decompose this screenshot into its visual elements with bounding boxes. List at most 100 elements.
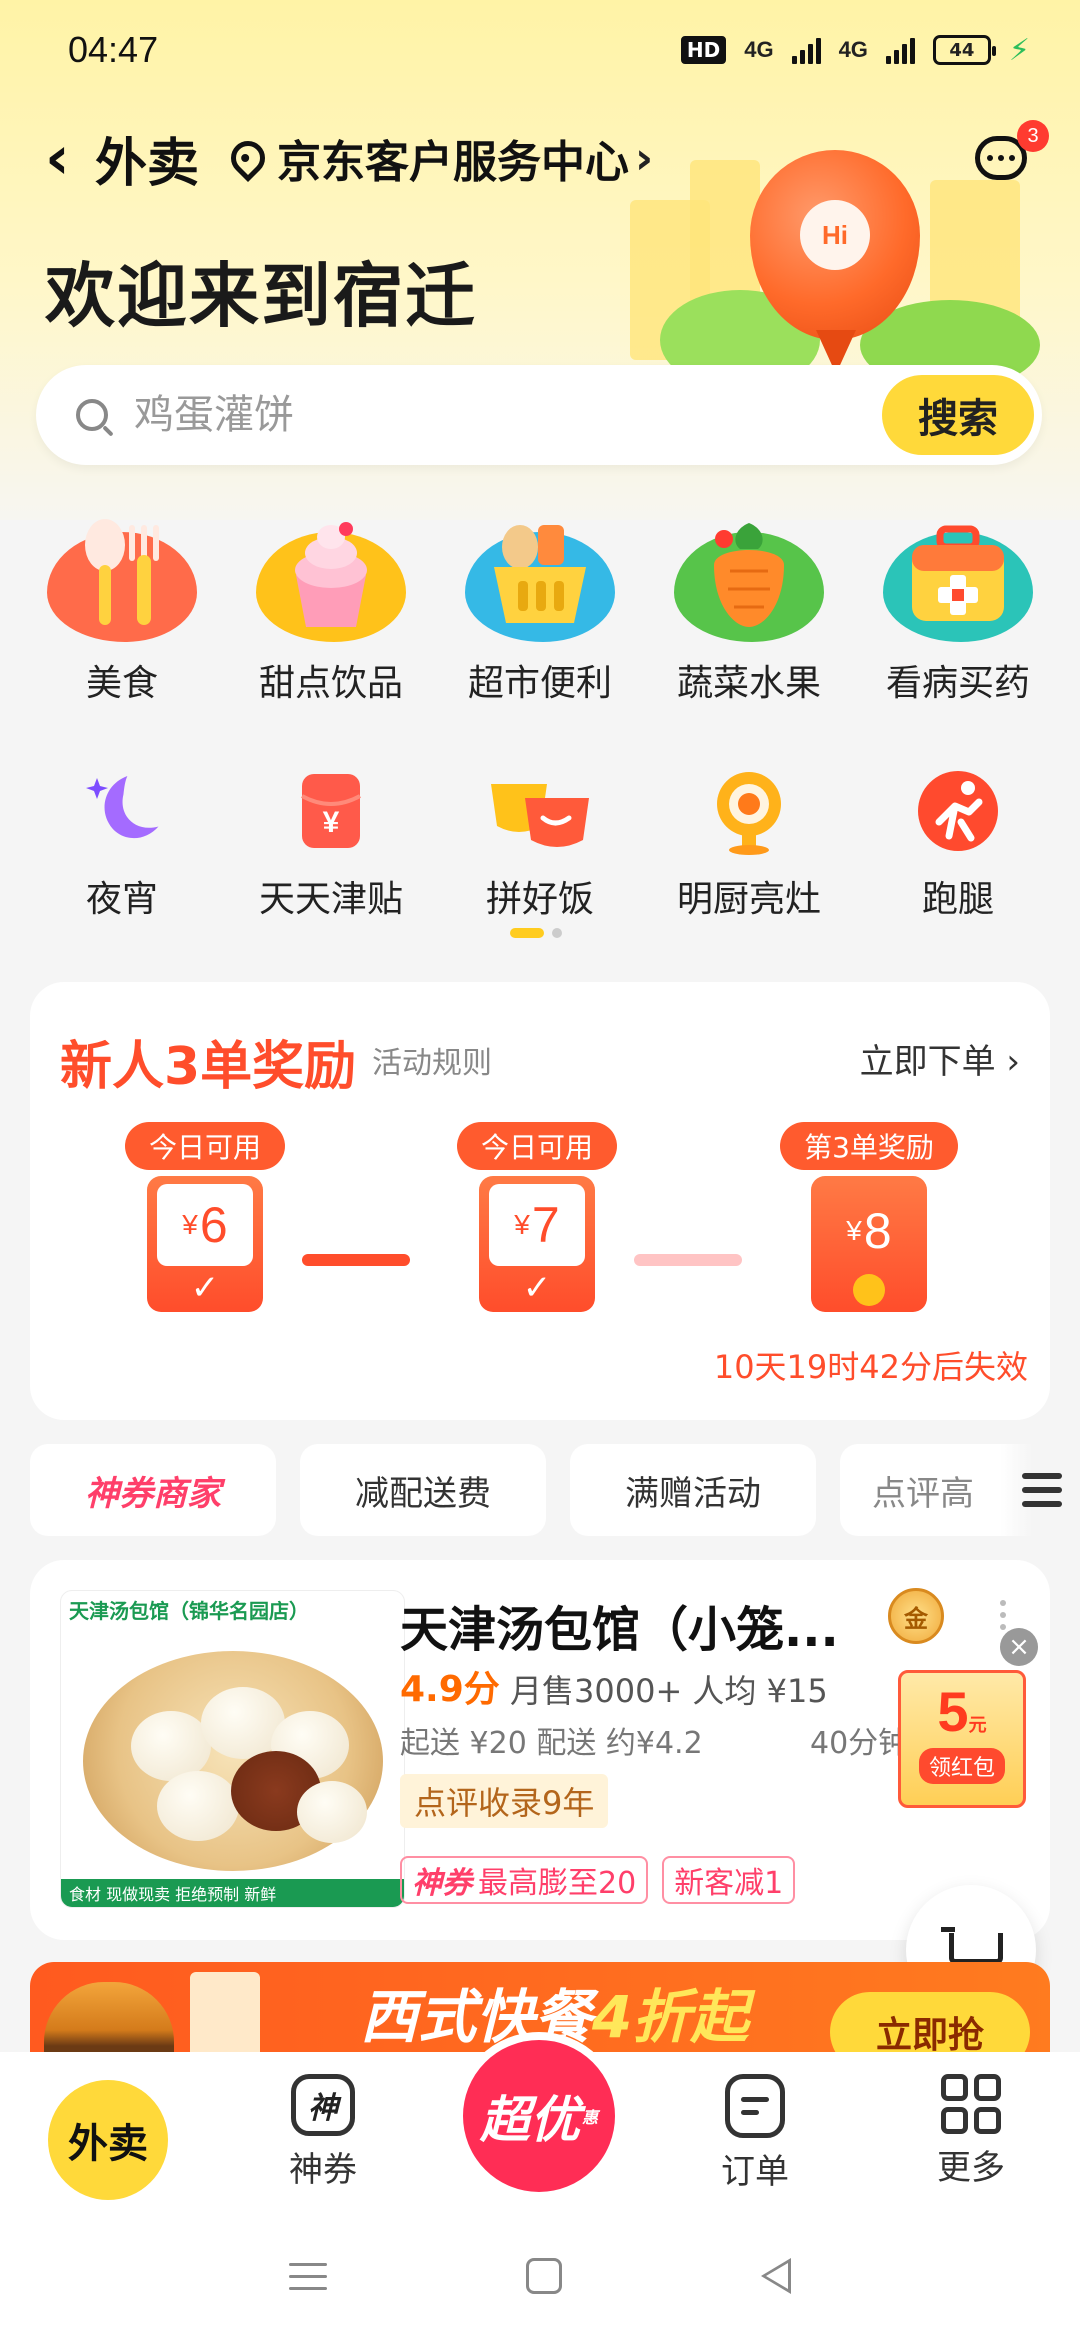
new-user-reward-card: 新人3单奖励 活动规则 立即下单 › 今日可用 ¥6 ✓ 今日可用 ¥7 ✓ 第…	[30, 982, 1050, 1420]
pager-dot[interactable]	[552, 928, 562, 938]
network-4g-label-1: 4G	[744, 37, 774, 62]
category-group-meal[interactable]: 拼好饭	[438, 756, 642, 922]
banner-grab-button[interactable]: 立即抢	[830, 1992, 1030, 2052]
search-icon	[76, 399, 108, 431]
coin-icon	[853, 1274, 885, 1306]
shop-name[interactable]: 天津汤包馆（小笼...	[400, 1590, 839, 1660]
nav-coupon-tab[interactable]: 神 神券	[248, 2074, 398, 2191]
category-row-1: 美食 甜点饮品 超市便利 蔬菜水果 看病买药	[0, 500, 1080, 706]
nav-super-deal-button[interactable]: 超优惠	[455, 2032, 623, 2200]
nav-home-tab[interactable]: 外卖	[48, 2080, 168, 2200]
red-packet-card: ¥8	[811, 1176, 927, 1312]
category-late-night[interactable]: 夜宵	[20, 756, 224, 922]
filter-menu-icon[interactable]	[1000, 1444, 1080, 1536]
filter-chip-gift-event[interactable]: 满赠活动	[570, 1444, 816, 1536]
category-errand[interactable]: 跑腿	[856, 756, 1060, 922]
search-input[interactable]	[134, 392, 834, 438]
gold-medal-icon: 金	[888, 1588, 944, 1644]
close-icon[interactable]: ×	[1000, 1628, 1038, 1666]
location-selector[interactable]: 京东客户服务中心	[277, 126, 629, 190]
review-tag: 点评收录9年	[400, 1774, 609, 1828]
more-options-icon[interactable]	[1000, 1600, 1006, 1630]
status-bar: 04:47 HD 4G 4G 44 ⚡	[0, 0, 1080, 100]
filter-chip-coupon-merchants[interactable]: 神券商家	[30, 1444, 276, 1536]
coupon-card: ¥6 ✓	[147, 1176, 263, 1312]
category-subsidy[interactable]: ¥ 天天津贴	[229, 756, 433, 922]
red-packet-icon: 5元 领红包	[898, 1670, 1026, 1808]
pager-dot-active	[510, 928, 544, 938]
shop-rating: 4.9分	[400, 1669, 500, 1710]
filter-chips: 神券商家 减配送费 满赠活动 点评高	[30, 1444, 1080, 1536]
category-kitchen[interactable]: 明厨亮灶	[647, 756, 851, 922]
coupon-icon: 神	[291, 2074, 355, 2136]
vegetable-icon	[669, 500, 829, 650]
grid-icon	[941, 2074, 1001, 2134]
shop-image[interactable]: 天津汤包馆（锦华名园店） 食材 现做现卖 拒绝预制 新鲜	[60, 1590, 405, 1908]
shop-card[interactable]: 天津汤包馆（锦华名园店） 食材 现做现卖 拒绝预制 新鲜 天津汤包馆（小笼...…	[30, 1560, 1050, 1940]
signal-icon-1	[791, 36, 821, 64]
nav-orders-tab[interactable]: 订单	[680, 2074, 830, 2193]
group-meal-icon	[485, 756, 595, 866]
supermarket-icon	[460, 500, 620, 650]
coupon-tag: 神券 最高膨至20	[400, 1856, 649, 1904]
category-vegetable[interactable]: 蔬菜水果	[647, 500, 851, 706]
order-now-link[interactable]: 立即下单 ›	[860, 1034, 1020, 1083]
category-food[interactable]: 美食	[20, 500, 224, 706]
coupon-tags: 神券 最高膨至20 新客减1	[400, 1856, 796, 1904]
category-pager	[510, 928, 562, 938]
progress-line-pending	[634, 1254, 742, 1266]
food-icon	[42, 500, 202, 650]
home-icon[interactable]	[525, 2258, 562, 2294]
drink-image	[190, 1972, 260, 2052]
progress-line-done	[302, 1254, 410, 1266]
burger-image	[44, 1982, 174, 2052]
floating-red-packet[interactable]: × 5元 领红包	[898, 1628, 1038, 1810]
system-navigation-bar	[0, 2212, 1080, 2340]
recent-apps-icon[interactable]	[289, 2262, 328, 2290]
promo-rules-link[interactable]: 活动规则	[372, 1038, 492, 1082]
hd-icon: HD	[680, 36, 727, 64]
coupon-card: ¥7 ✓	[479, 1176, 595, 1312]
bottom-nav: 外卖 神 神券 超优惠 订单 更多	[0, 2032, 1080, 2212]
welcome-heading: 欢迎来到宿迁	[45, 255, 477, 337]
category-dessert[interactable]: 甜点饮品	[229, 500, 433, 706]
battery-icon: 44	[932, 35, 996, 65]
kitchen-camera-icon	[694, 756, 804, 866]
svg-text:¥: ¥	[323, 806, 340, 839]
search-bar: 搜索	[36, 365, 1042, 465]
shop-delivery-time: 40分钟	[810, 1726, 909, 1761]
medicine-icon	[878, 500, 1038, 650]
nav-more-tab[interactable]: 更多	[896, 2074, 1046, 2189]
reward-day-2[interactable]: 今日可用 ¥7 ✓	[442, 1122, 632, 1312]
errand-icon	[903, 756, 1013, 866]
search-button[interactable]: 搜索	[882, 375, 1034, 455]
category-medicine[interactable]: 看病买药	[856, 500, 1060, 706]
status-icons: HD 4G 4G 44 ⚡	[680, 32, 1030, 68]
promo-title: 新人3单奖励	[60, 1037, 357, 1097]
category-supermarket[interactable]: 超市便利	[438, 500, 642, 706]
expire-countdown: 10天19时42分后失效	[713, 1348, 1028, 1386]
reward-order-3[interactable]: 第3单奖励 ¥8	[774, 1122, 964, 1312]
moon-icon	[67, 756, 177, 866]
charging-icon: ⚡	[1008, 32, 1030, 68]
reward-day-1[interactable]: 今日可用 ¥6 ✓	[110, 1122, 300, 1312]
new-customer-tag: 新客减1	[662, 1856, 796, 1904]
category-row-2: 夜宵 ¥ 天天津贴 拼好饭 明厨亮灶 跑腿	[0, 756, 1080, 922]
check-icon: ✓	[522, 1268, 552, 1308]
filter-chip-reduced-delivery[interactable]: 减配送费	[300, 1444, 546, 1536]
check-icon: ✓	[190, 1268, 220, 1308]
signal-icon-2	[885, 36, 915, 64]
subsidy-icon: ¥	[276, 756, 386, 866]
dessert-icon	[251, 500, 411, 650]
category-grid: 美食 甜点饮品 超市便利 蔬菜水果 看病买药 夜宵 ¥ 天天津贴 拼好饭 明厨亮…	[0, 500, 1080, 922]
status-time: 04:47	[68, 29, 159, 70]
page-title[interactable]: 外卖	[95, 121, 199, 196]
orders-icon	[725, 2074, 785, 2138]
back-arrow-icon[interactable]: ‹	[45, 128, 85, 188]
shop-sales: 月售3000+ 人均 ¥15	[510, 1672, 828, 1710]
location-pin-icon[interactable]	[223, 133, 273, 183]
welcome-illustration: Hi	[630, 140, 1050, 390]
network-4g-label-2: 4G	[838, 37, 868, 62]
shop-delivery-info: 起送 ¥20 配送 约¥4.2	[400, 1726, 703, 1761]
back-icon[interactable]	[760, 2258, 791, 2294]
